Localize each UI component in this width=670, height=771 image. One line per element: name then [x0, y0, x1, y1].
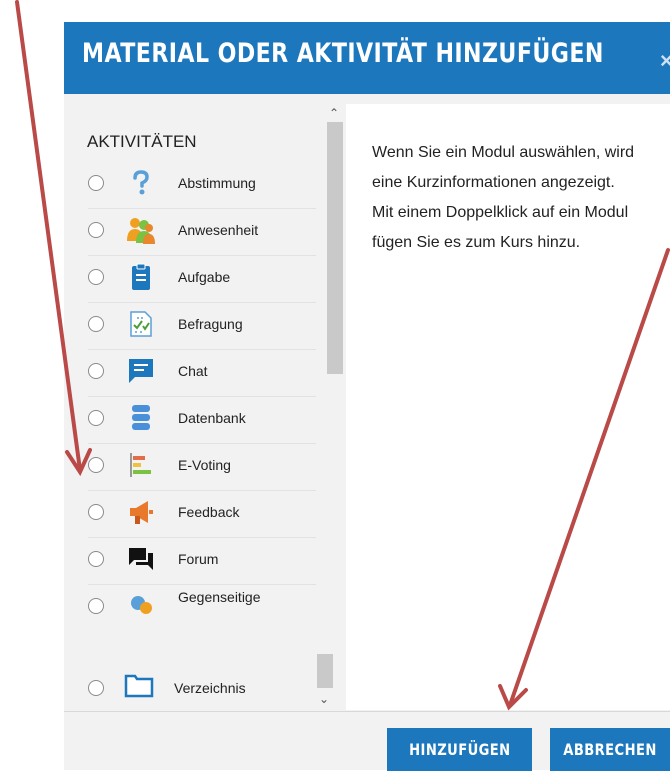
bar-chart-icon [130, 453, 151, 477]
people-icon [127, 218, 155, 244]
list-item-gegenseitige[interactable]: Gegenseitige [88, 585, 316, 624]
bottom-scrollbar[interactable]: ⌄ [316, 654, 334, 710]
radio-button[interactable] [88, 269, 104, 285]
info-line: Mit einem Doppelklick auf ein Modul [372, 204, 629, 221]
cancel-button[interactable]: ABBRECHEN [550, 728, 670, 771]
radio-button[interactable] [88, 551, 104, 567]
item-label: Aufgabe [178, 269, 231, 285]
megaphone-icon [130, 501, 153, 524]
list-item-verzeichnis[interactable]: Verzeichnis [64, 654, 316, 710]
list-item-abstimmung[interactable]: Abstimmung [88, 162, 316, 209]
item-label: Datenbank [178, 410, 246, 426]
radio-button[interactable] [88, 680, 104, 696]
item-label: E-Voting [178, 457, 231, 473]
list-scrollbar[interactable]: ⌃ [326, 104, 344, 624]
scrollbar-thumb[interactable] [317, 654, 333, 688]
item-label: Forum [178, 551, 219, 567]
peer-review-icon [131, 596, 152, 614]
dialog-header: MATERIAL ODER AKTIVITÄT HINZUFÜGEN × [64, 22, 670, 94]
item-label: Abstimmung [178, 175, 256, 191]
radio-button[interactable] [88, 316, 104, 332]
radio-button[interactable] [88, 504, 104, 520]
list-item-anwesenheit[interactable]: Anwesenheit [88, 209, 316, 256]
dialog-footer: HINZUFÜGEN ABBRECHEN [64, 711, 670, 771]
list-item-chat[interactable]: Chat [88, 350, 316, 397]
radio-button[interactable] [88, 175, 104, 191]
info-line: Wenn Sie ein Modul auswählen, wird [372, 144, 635, 161]
clipboard-icon [132, 263, 150, 290]
info-line: eine Kurzinformationen angezeigt. [372, 174, 615, 191]
list-item-feedback[interactable]: Feedback [88, 491, 316, 538]
radio-button[interactable] [88, 598, 104, 614]
dialog-title: MATERIAL ODER AKTIVITÄT HINZUFÜGEN [82, 38, 604, 69]
item-label: Chat [178, 363, 208, 379]
add-button[interactable]: HINZUFÜGEN [387, 728, 532, 771]
activity-list: AKTIVITÄTEN Abstimmung Anwesenheit Aufga… [64, 94, 326, 624]
close-icon[interactable]: × [660, 48, 670, 74]
info-panel: Wenn Sie ein Modul auswählen, wird eine … [346, 104, 670, 710]
radio-button[interactable] [88, 457, 104, 473]
list-item-forum[interactable]: Forum [88, 538, 316, 585]
question-icon [133, 170, 149, 195]
radio-button[interactable] [88, 410, 104, 426]
folder-icon [124, 674, 154, 698]
item-label: Befragung [178, 316, 243, 332]
list-item-aufgabe[interactable]: Aufgabe [88, 256, 316, 303]
item-label: Verzeichnis [174, 680, 246, 696]
radio-button[interactable] [88, 222, 104, 238]
database-icon [132, 405, 150, 430]
list-item-befragung[interactable]: Befragung [88, 303, 316, 350]
survey-icon [130, 311, 152, 337]
item-label: Anwesenheit [178, 222, 259, 238]
forum-icon [129, 548, 153, 570]
item-label: Gegenseitige [178, 589, 261, 605]
scrollbar-thumb[interactable] [327, 122, 343, 374]
scroll-up-icon[interactable]: ⌃ [329, 106, 339, 120]
activities-heading: AKTIVITÄTEN [87, 132, 197, 151]
list-item-datenbank[interactable]: Datenbank [88, 397, 316, 444]
item-label: Feedback [178, 504, 240, 520]
list-item-e-voting[interactable]: E-Voting [88, 444, 316, 491]
radio-button[interactable] [88, 363, 104, 379]
scroll-down-icon[interactable]: ⌄ [319, 692, 329, 706]
info-text: Wenn Sie ein Modul auswählen, wird eine … [372, 138, 634, 258]
info-line: fügen Sie es zum Kurs hinzu. [372, 234, 581, 251]
chat-icon [129, 359, 153, 383]
